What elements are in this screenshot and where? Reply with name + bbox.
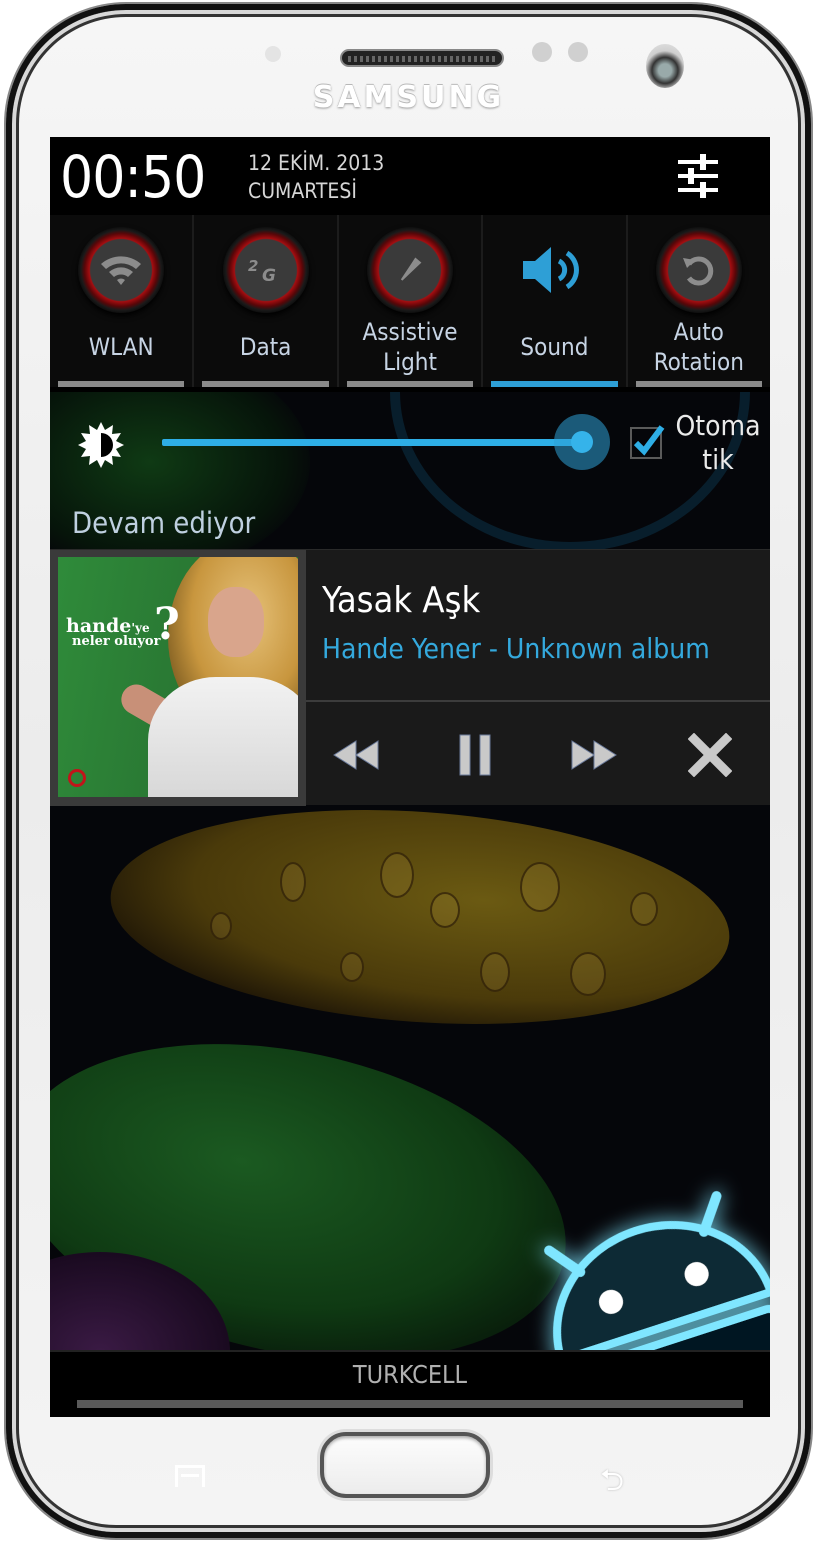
album-art-text: neler oluyor (72, 634, 161, 649)
speaker-icon (511, 227, 597, 313)
carrier-bar: TURKCELL (50, 1350, 770, 1417)
song-title: Yasak Aşk (322, 580, 481, 621)
previous-button[interactable] (322, 720, 392, 790)
menu-key[interactable] (175, 1465, 205, 1487)
toggle-label: Data (239, 333, 292, 361)
ongoing-section-header: Devam ediyor (72, 506, 256, 540)
pause-icon (459, 734, 491, 776)
rotation-icon (655, 227, 742, 313)
toggle-label-line: Assistive (362, 318, 458, 346)
toggle-label: Auto Rotation (628, 317, 770, 377)
earpiece-speaker (340, 49, 504, 67)
toggle-indicator-off (202, 381, 329, 387)
brand-logo: SAMSUNG (312, 80, 505, 115)
water-drop (430, 892, 460, 928)
toggle-label: Sound (520, 333, 589, 361)
song-artist-album: Hande Yener - Unknown album (322, 632, 710, 665)
brightness-slider[interactable] (162, 439, 582, 446)
water-drop (280, 862, 306, 902)
toggle-sound[interactable]: Sound (483, 215, 628, 387)
label-logo (68, 769, 86, 787)
toggle-auto-rotation[interactable]: Auto Rotation (628, 215, 770, 387)
close-button[interactable] (675, 720, 745, 790)
next-button[interactable] (558, 720, 628, 790)
home-button[interactable] (320, 1432, 490, 1498)
album-cover: hande'ye neler oluyor ? (58, 557, 298, 797)
album-art-figure (208, 587, 264, 657)
toggle-label-line: Light (383, 348, 437, 376)
wallpaper-leaf (50, 392, 310, 572)
auto-label-line: Otoma (675, 409, 761, 442)
toggle-label-line: Auto (673, 318, 724, 346)
light-sensor (532, 42, 552, 62)
album-art-figure (148, 677, 298, 797)
toggle-label: Assistive Light (339, 317, 481, 377)
toggle-indicator-off (635, 381, 763, 387)
quick-settings-toggles: WLAN 2 G Data Assistive Light Sound Auto… (50, 215, 770, 387)
album-art[interactable]: hande'ye neler oluyor ? (50, 550, 306, 806)
toggle-label: WLAN (88, 333, 154, 361)
water-drop (570, 952, 606, 996)
toggle-label-line: Rotation (653, 348, 744, 376)
clock[interactable]: 00:50 (60, 143, 206, 211)
svg-text:2: 2 (248, 257, 258, 275)
auto-brightness-label: Otoma tik (668, 409, 768, 477)
album-art-text-suffix: 'ye (131, 621, 150, 635)
settings-button[interactable] (670, 153, 726, 199)
wifi-icon (78, 227, 165, 313)
toggle-assistive-light[interactable]: Assistive Light (339, 215, 484, 387)
notification-header: 00:50 12 EKİM. 2013 CUMARTESİ (50, 137, 770, 215)
toggle-indicator-off (58, 381, 185, 387)
fast-forward-icon (571, 740, 617, 770)
toggle-data[interactable]: 2 G Data (194, 215, 339, 387)
water-drop (480, 952, 510, 992)
weekday: CUMARTESİ (248, 179, 357, 203)
toggle-wlan[interactable]: WLAN (50, 215, 195, 387)
rewind-icon (333, 740, 379, 770)
close-icon (688, 733, 732, 777)
pause-button[interactable] (440, 720, 510, 790)
svg-text:G: G (262, 266, 276, 285)
toggle-indicator-on (491, 381, 618, 387)
proximity-sensor (265, 46, 281, 62)
water-drop (380, 852, 414, 898)
brightness-slider-thumb[interactable] (554, 414, 610, 470)
back-key[interactable]: ⮌ (600, 1458, 624, 1509)
sliders-icon (678, 154, 718, 198)
album-art-question-mark: ? (154, 599, 180, 650)
music-notification[interactable]: hande'ye neler oluyor ? Yasak Aşk Hande … (50, 549, 770, 806)
auto-label-line: tik (702, 443, 734, 476)
2g-data-icon: 2 G (222, 227, 309, 313)
carrier-label: TURKCELL (352, 1360, 468, 1389)
flashlight-icon (367, 227, 454, 313)
auto-brightness-checkbox[interactable] (630, 425, 665, 459)
water-drop (520, 862, 560, 912)
screen: 00:50 12 EKİM. 2013 CUMARTESİ WLAN 2 G D… (50, 137, 770, 1417)
drag-handle[interactable] (77, 1400, 743, 1408)
brightness-icon (78, 422, 124, 468)
date: 12 EKİM. 2013 (248, 151, 385, 175)
water-drop (340, 952, 364, 982)
water-drop (630, 892, 658, 926)
toggle-indicator-off (346, 381, 474, 387)
water-drop (210, 912, 232, 940)
divider (306, 700, 770, 702)
check-icon (633, 425, 665, 456)
light-sensor (568, 42, 588, 62)
